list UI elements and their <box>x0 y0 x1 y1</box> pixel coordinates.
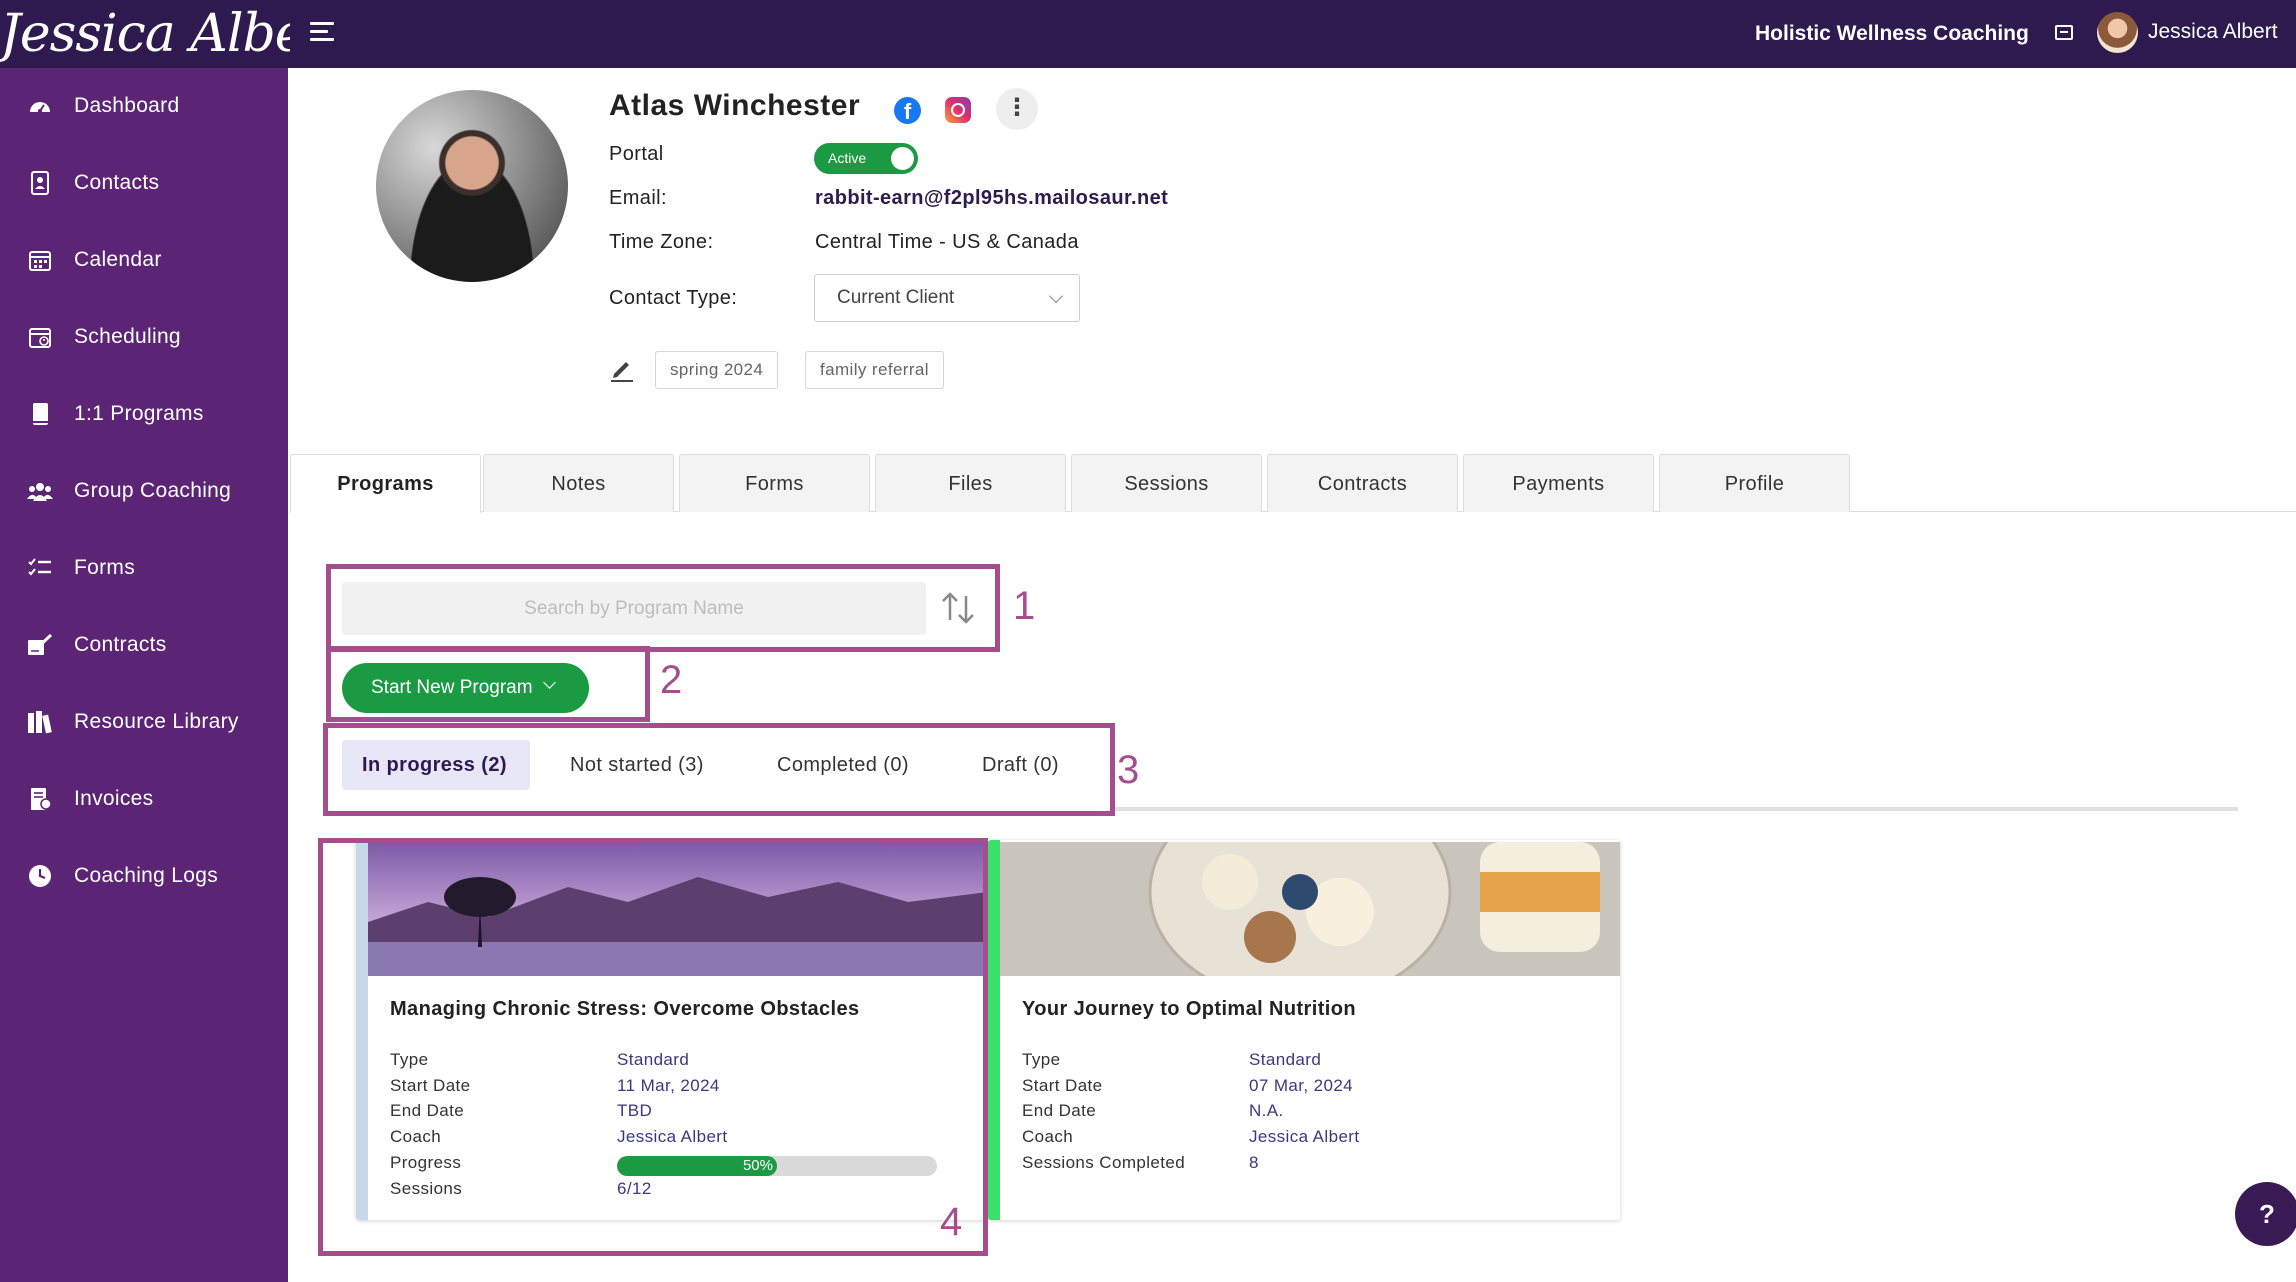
clock-icon <box>26 863 54 889</box>
contact-type-label: Contact Type: <box>609 287 738 309</box>
contact-name: Atlas Winchester <box>609 89 861 122</box>
sidebar-item-contacts[interactable]: Contacts <box>0 153 288 213</box>
contacts-book-icon <box>26 170 54 196</box>
sidebar-label: Group Coaching <box>74 479 232 502</box>
contact-photo <box>376 90 568 282</box>
more-options-icon[interactable]: ⋮ <box>996 88 1038 130</box>
signature-icon <box>26 632 54 658</box>
scheduling-calendar-icon <box>26 324 54 350</box>
sidebar-label: 1:1 Programs <box>74 402 204 425</box>
facebook-icon[interactable]: f <box>894 97 921 124</box>
library-icon <box>26 709 54 735</box>
sidebar-item-calendar[interactable]: Calendar <box>0 230 288 290</box>
annotation-box-3 <box>323 723 1115 816</box>
program-title[interactable]: Your Journey to Optimal Nutrition <box>1022 998 1356 1021</box>
annotation-number-2: 2 <box>660 658 683 702</box>
instagram-icon[interactable] <box>945 97 971 123</box>
sidebar-label: Dashboard <box>74 94 180 117</box>
sessions-completed-value: 8 <box>1249 1153 1259 1172</box>
sidebar-item-invoices[interactable]: Invoices <box>0 769 288 829</box>
tab-programs[interactable]: Programs <box>290 454 481 513</box>
end-date-value: N.A. <box>1249 1101 1284 1120</box>
dashboard-gauge-icon <box>26 93 54 119</box>
card-accent-bar <box>988 840 1000 1220</box>
annotation-box-4 <box>318 838 988 1256</box>
chevron-down-icon <box>1048 288 1064 304</box>
sidebar-item-scheduling[interactable]: Scheduling <box>0 307 288 367</box>
type-label: Type <box>1022 1050 1061 1069</box>
annotation-number-3: 3 <box>1117 748 1140 792</box>
organization-switch-icon[interactable] <box>2055 25 2073 40</box>
tag-chip[interactable]: family referral <box>805 351 944 389</box>
edit-tags-pencil-icon[interactable] <box>610 356 634 382</box>
tag-chip[interactable]: spring 2024 <box>655 351 779 389</box>
tab-contracts[interactable]: Contracts <box>1267 454 1458 512</box>
annotation-box-2 <box>326 646 650 722</box>
sidebar-item-forms[interactable]: Forms <box>0 538 288 598</box>
contact-type-select[interactable]: Current Client <box>814 274 1080 322</box>
type-value: Standard <box>1249 1050 1322 1069</box>
sidebar-item-contracts[interactable]: Contracts <box>0 615 288 675</box>
program-card[interactable]: Your Journey to Optimal Nutrition Type S… <box>988 840 1620 1220</box>
sidebar-label: Resource Library <box>74 710 239 733</box>
sidebar-item-1-1-programs[interactable]: 1:1 Programs <box>0 384 288 444</box>
annotation-number-1: 1 <box>1013 584 1036 628</box>
annotation-box-1 <box>326 564 1000 652</box>
sidebar-label: Contacts <box>74 171 160 194</box>
sidebar-label: Forms <box>74 556 135 579</box>
help-button[interactable]: ? <box>2235 1182 2296 1246</box>
portal-status: Active <box>828 150 867 166</box>
tab-payments[interactable]: Payments <box>1463 454 1654 512</box>
calendar-icon <box>26 247 54 273</box>
invoice-icon <box>26 786 54 812</box>
annotation-number-4: 4 <box>940 1200 963 1244</box>
timezone-label: Time Zone: <box>609 231 714 253</box>
portal-label: Portal <box>609 143 664 165</box>
program-cover-image <box>1000 842 1620 976</box>
sidebar-item-dashboard[interactable]: Dashboard <box>0 76 288 136</box>
portal-toggle[interactable]: Active <box>814 143 918 174</box>
tab-files[interactable]: Files <box>875 454 1066 512</box>
organization-name[interactable]: Holistic Wellness Coaching <box>1755 0 2029 68</box>
timezone-value: Central Time - US & Canada <box>815 231 1079 253</box>
sidebar-item-resource-library[interactable]: Resource Library <box>0 692 288 752</box>
sidebar-label: Calendar <box>74 248 162 271</box>
end-date-label: End Date <box>1022 1101 1097 1120</box>
status-tabs-divider <box>1110 807 2238 811</box>
start-date-label: Start Date <box>1022 1076 1103 1095</box>
coach-value[interactable]: Jessica Albert <box>1249 1127 1359 1147</box>
email-label: Email: <box>609 187 667 209</box>
group-icon <box>26 478 54 504</box>
sidebar-label: Invoices <box>74 787 154 810</box>
hamburger-menu-icon[interactable] <box>310 22 334 46</box>
sessions-completed-label: Sessions Completed <box>1022 1153 1186 1172</box>
user-avatar[interactable] <box>2097 12 2138 53</box>
tab-sessions[interactable]: Sessions <box>1071 454 1262 512</box>
tab-profile[interactable]: Profile <box>1659 454 1850 512</box>
contact-type-value: Current Client <box>837 287 955 308</box>
book-icon <box>26 401 54 427</box>
app-logo[interactable]: Jessica Albert <box>0 0 290 68</box>
tab-forms[interactable]: Forms <box>679 454 870 512</box>
coach-label: Coach <box>1022 1127 1074 1146</box>
tab-notes[interactable]: Notes <box>483 454 674 512</box>
email-value[interactable]: rabbit-earn@f2pl95hs.mailosaur.net <box>815 187 1168 210</box>
sidebar-item-group-coaching[interactable]: Group Coaching <box>0 461 288 521</box>
sidebar-item-coaching-logs[interactable]: Coaching Logs <box>0 846 288 906</box>
checklist-icon <box>26 555 54 581</box>
toggle-knob <box>891 147 914 170</box>
user-name[interactable]: Jessica Albert <box>2148 0 2278 64</box>
sidebar: Dashboard Contacts Calendar Scheduling 1… <box>0 68 288 1282</box>
sidebar-label: Contracts <box>74 633 167 656</box>
start-date-value: 07 Mar, 2024 <box>1249 1076 1354 1095</box>
sidebar-label: Scheduling <box>74 325 181 348</box>
sidebar-label: Coaching Logs <box>74 864 218 887</box>
top-bar: Jessica Albert Holistic Wellness Coachin… <box>0 0 2296 68</box>
